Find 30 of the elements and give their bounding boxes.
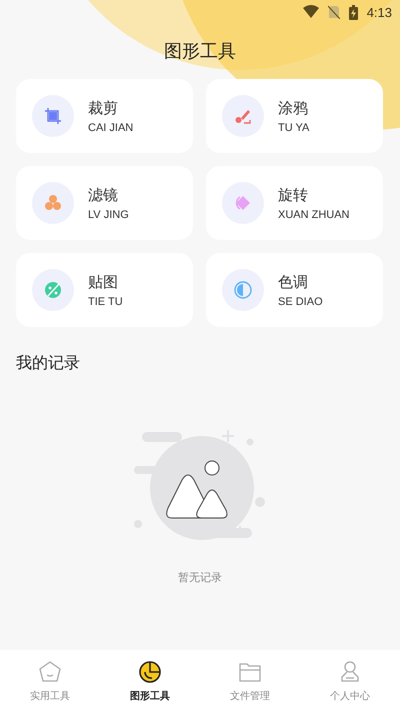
tool-card[interactable]: 贴图 TIE TU xyxy=(16,253,193,327)
tool-subtitle: TU YA xyxy=(278,122,310,134)
tool-subtitle: SE DIAO xyxy=(278,296,323,308)
tool-title: 涂鸦 xyxy=(278,98,309,118)
tool-subtitle: XUAN ZHUAN xyxy=(278,208,350,220)
tool-subtitle: LV JING xyxy=(88,208,129,220)
tool-card[interactable]: 裁剪 CAI JIAN xyxy=(16,79,193,153)
tool-title: 旋转 xyxy=(278,186,309,204)
tool-subtitle: TIE TU xyxy=(88,296,123,308)
pie-chart-icon xyxy=(138,660,162,684)
tool-card[interactable]: 涂鸦 TU YA xyxy=(206,79,383,153)
status-time: 4:13 xyxy=(366,4,392,20)
tool-title: 色调 xyxy=(278,272,309,292)
tool-subtitle: CAI JIAN xyxy=(88,122,134,134)
tab-item[interactable]: 文件管理 xyxy=(200,650,300,712)
tool-title: 裁剪 xyxy=(88,98,119,118)
tool-title: 滤镜 xyxy=(88,186,119,204)
home-icon xyxy=(38,660,62,684)
page-title: 图形工具 xyxy=(163,40,237,64)
tool-card[interactable]: 色调 SE DIAO xyxy=(206,253,383,327)
tool-title: 贴图 xyxy=(88,272,119,292)
tab-item[interactable]: 实用工具 xyxy=(0,650,100,712)
section-title: 我的记录 xyxy=(16,353,81,374)
tool-card[interactable]: 旋转 XUAN ZHUAN xyxy=(206,166,383,240)
wifi-icon xyxy=(302,5,319,19)
empty-message: 暂无记录 xyxy=(178,570,222,585)
tab-item[interactable]: 个人中心 xyxy=(300,650,400,712)
tool-card[interactable]: 滤镜 LV JING xyxy=(16,166,193,240)
no-sim-icon xyxy=(328,5,340,19)
tab-item[interactable]: 图形工具 xyxy=(100,650,200,712)
